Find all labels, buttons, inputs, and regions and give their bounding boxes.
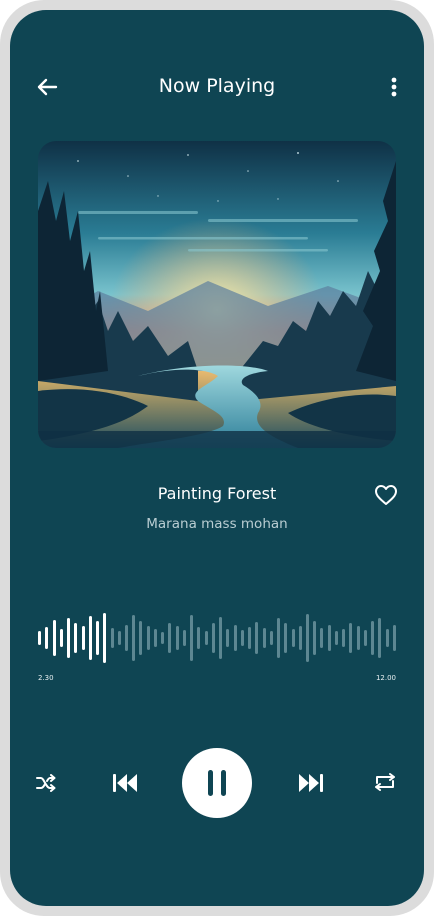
total-time: 12.00 [375, 674, 396, 682]
waveform-bar-played [103, 613, 107, 663]
waveform-bar [313, 621, 317, 655]
waveform-bar [110, 628, 114, 648]
waveform-bar [175, 626, 179, 650]
page-title: Now Playing [158, 75, 276, 97]
waveform-bar [240, 630, 244, 646]
album-artwork [38, 141, 396, 448]
waveform-bar [182, 630, 186, 646]
waveform-bar [306, 614, 309, 662]
phone-frame: Now Playing Painting Forest Marana mass … [0, 0, 434, 916]
shuffle-icon [36, 774, 56, 792]
waveform-bar [320, 628, 324, 648]
waveform-bar [117, 631, 121, 645]
waveform-bar [132, 615, 136, 661]
waveform-bar [298, 626, 302, 650]
next-button[interactable] [296, 769, 326, 797]
waveform-bar [363, 630, 367, 646]
now-playing-screen: Now Playing Painting Forest Marana mass … [10, 10, 424, 906]
waveform-bar [248, 627, 252, 649]
waveform-bar [392, 625, 396, 651]
waveform-bar-played [52, 620, 56, 656]
waveform-bar [327, 625, 331, 651]
waveform-bar-played [45, 627, 49, 649]
skip-previous-icon [113, 774, 137, 792]
waveform-bar-played [59, 629, 63, 647]
waveform-bar [378, 618, 382, 658]
more-options-button[interactable] [382, 74, 406, 100]
shuffle-button[interactable] [34, 771, 58, 795]
waveform-bar [190, 615, 194, 661]
waveform-bar [146, 626, 150, 650]
more-vertical-icon [391, 77, 397, 97]
waveform-bar [153, 629, 157, 647]
waveform-bar [226, 629, 230, 647]
waveform-bar [356, 626, 360, 650]
waveform-bar [277, 618, 281, 658]
waveform-bar [233, 625, 237, 651]
waveform-bar [255, 622, 259, 654]
waveform-bar [269, 631, 273, 645]
repeat-icon [375, 773, 395, 791]
waveform-bar-played [38, 631, 42, 645]
previous-button[interactable] [110, 769, 140, 797]
waveform-bar-played [67, 618, 71, 658]
waveform-bar [342, 629, 346, 647]
waveform-bar [139, 621, 143, 655]
waveform-bar [291, 629, 295, 647]
top-bar: Now Playing [10, 72, 424, 102]
waveform-bar-played [74, 623, 78, 653]
waveform-bar [349, 623, 353, 653]
pause-button[interactable] [182, 748, 252, 818]
current-time: 2.30 [38, 674, 54, 682]
waveform-bar-played [88, 616, 92, 660]
like-button[interactable] [374, 484, 398, 506]
waveform-bar [204, 631, 208, 645]
waveform-bar [211, 623, 215, 653]
waveform-seek-bar[interactable] [36, 608, 398, 668]
waveform-bar [284, 623, 288, 653]
waveform-bar [371, 621, 375, 655]
heart-outline-icon [375, 485, 397, 505]
waveform-bar [262, 628, 266, 648]
waveform-bar-played [96, 621, 100, 655]
waveform-bar [197, 627, 201, 649]
waveform-bar-played [81, 626, 85, 650]
waveform-bar [161, 632, 165, 644]
waveform-bar [334, 631, 338, 645]
waveform-bar [125, 625, 128, 651]
waveform-bar [219, 617, 223, 659]
waveform-bar [168, 623, 172, 653]
track-title: Painting Forest [157, 484, 277, 503]
skip-next-icon [299, 774, 323, 792]
waveform-bar [385, 629, 389, 647]
pause-icon [204, 770, 230, 796]
repeat-button[interactable] [372, 770, 398, 794]
artist-name: Marana mass mohan [146, 516, 288, 532]
